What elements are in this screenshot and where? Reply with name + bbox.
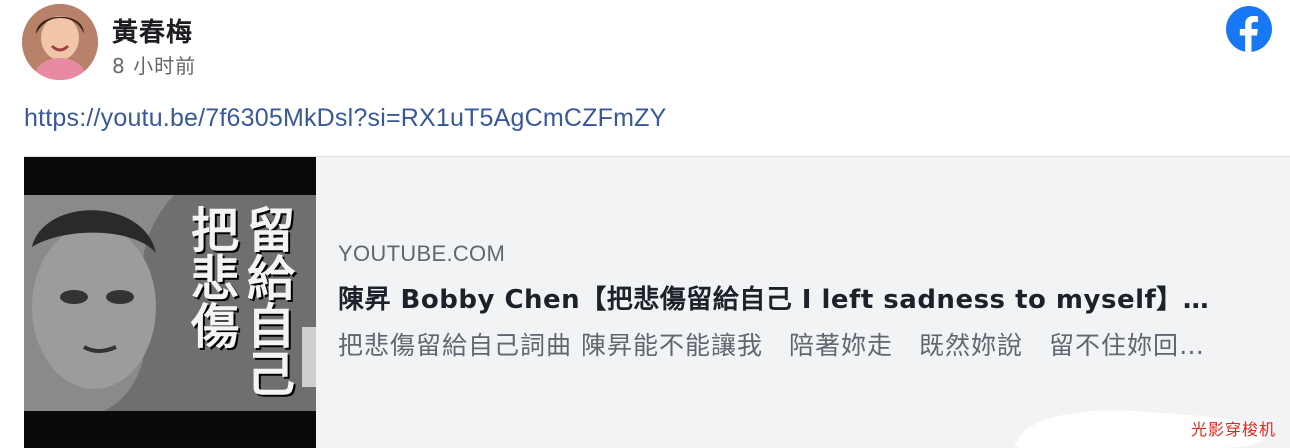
post-timestamp[interactable]: 8 小时前	[112, 50, 196, 79]
thumbnail-title-left: 把悲傷	[182, 205, 238, 349]
link-domain: YOUTUBE.COM	[338, 241, 506, 266]
facebook-icon[interactable]	[1226, 6, 1272, 52]
link-description: 把悲傷留給自己詞曲 陳昇能不能讓我 陪著妳走 既然妳說 留不住妳回…	[338, 331, 1205, 360]
post-link[interactable]: https://youtu.be/7f6305MkDsl?si=RX1uT5Ag…	[24, 104, 667, 133]
author-name[interactable]: 黃春梅	[112, 12, 193, 49]
avatar-photo	[22, 4, 98, 80]
avatar[interactable]	[22, 4, 98, 80]
link-title[interactable]: 陳昇 Bobby Chen【把悲傷留給自己 I left sadness to …	[338, 279, 1270, 316]
video-thumbnail[interactable]: 留給自己 把悲傷	[24, 157, 316, 448]
post-header: 黃春梅 8 小时前	[22, 4, 1272, 84]
link-preview-text: YOUTUBE.COM 陳昇 Bobby Chen【把悲傷留給自己 I left…	[338, 241, 1270, 362]
watermark: 光影穿梭机	[1190, 420, 1276, 439]
thumbnail-title-right: 留給自己	[238, 205, 294, 397]
